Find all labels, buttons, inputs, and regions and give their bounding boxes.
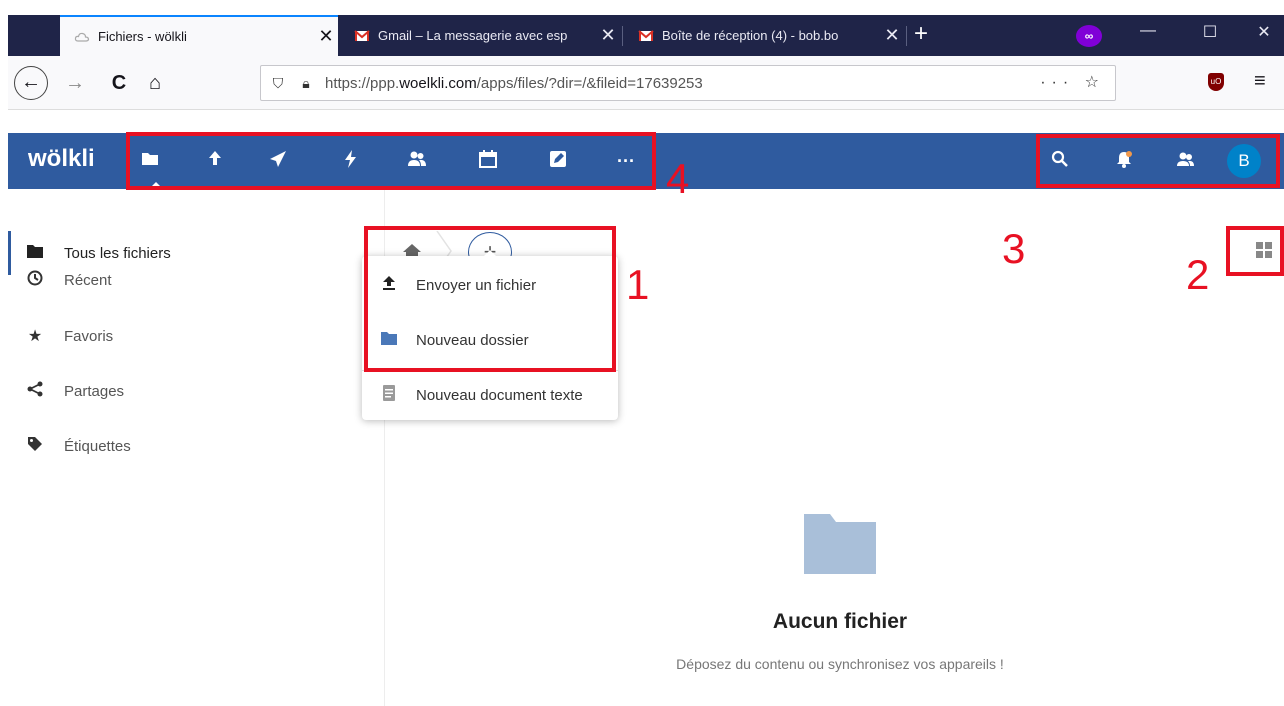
annotation-label-4: 4 bbox=[666, 155, 690, 202]
files-sidebar: Tous les fichiers Récent ★ Favoris Parta… bbox=[8, 189, 385, 706]
sidebar-item-favorites[interactable]: ★ Favoris bbox=[8, 314, 385, 358]
sidebar-item-label: Récent bbox=[64, 271, 112, 289]
tab-fichiers[interactable]: Fichiers - wölkli ✕ bbox=[60, 15, 338, 56]
tab-title: Boîte de réception (4) - bob.bo bbox=[662, 28, 839, 43]
reload-button[interactable]: C bbox=[104, 68, 134, 98]
menu-item-label: Nouveau document texte bbox=[416, 386, 583, 404]
gmail-icon bbox=[354, 29, 370, 41]
menu-item-new-text-document[interactable]: Nouveau document texte bbox=[362, 368, 618, 422]
window-close-button[interactable]: ✕ bbox=[1244, 22, 1284, 42]
tab-separator bbox=[622, 26, 623, 46]
page-actions-and-bookmark-icon[interactable]: ··· ☆ bbox=[1040, 72, 1105, 92]
back-button[interactable]: ← bbox=[14, 66, 48, 100]
tab-separator bbox=[906, 26, 907, 46]
annotation-box-3 bbox=[1036, 134, 1280, 188]
forward-button[interactable]: → bbox=[60, 68, 90, 98]
shield-icon[interactable]: ⛉ bbox=[267, 75, 289, 92]
tab-title: Fichiers - wölkli bbox=[98, 29, 187, 44]
tag-icon bbox=[26, 436, 44, 457]
sidebar-item-tags[interactable]: Étiquettes bbox=[8, 424, 385, 468]
lock-icon[interactable]: 🔒︎ bbox=[295, 75, 317, 92]
tab-close-icon[interactable]: ✕ bbox=[314, 26, 338, 47]
ublock-origin-icon[interactable]: uO bbox=[1208, 73, 1224, 91]
tab-close-icon[interactable]: ✕ bbox=[596, 25, 620, 46]
sidebar-item-shares[interactable]: Partages bbox=[8, 369, 385, 413]
home-button[interactable]: ⌂ bbox=[140, 68, 170, 98]
screenshot-root: Fichiers - wölkli ✕ Gmail – La messageri… bbox=[0, 0, 1284, 706]
annotation-label-2: 2 bbox=[1186, 251, 1210, 298]
sidebar-item-label: Partages bbox=[64, 382, 125, 400]
cloud-icon bbox=[74, 32, 90, 42]
gmail-icon bbox=[638, 29, 654, 41]
url-prefix: https://ppp. bbox=[325, 74, 400, 92]
annotation-label-1: 1 bbox=[626, 261, 650, 308]
sidebar-item-recent[interactable]: Récent bbox=[8, 258, 385, 302]
annotation-label-3: 3 bbox=[1002, 225, 1026, 272]
tab-close-icon[interactable]: ✕ bbox=[880, 25, 904, 46]
annotation-box-4 bbox=[126, 132, 656, 190]
url-bar[interactable]: ⛉ 🔒︎ https://ppp.woelkli.com/apps/files/… bbox=[260, 65, 1116, 101]
text-document-icon bbox=[380, 385, 398, 405]
empty-state-subtitle: Déposez du contenu ou synchronisez vos a… bbox=[676, 656, 1004, 672]
browser-menu-button[interactable]: ≡ bbox=[1254, 70, 1266, 93]
private-browsing-icon: ∞ bbox=[1076, 25, 1102, 47]
tab-title: Gmail – La messagerie avec esp bbox=[378, 28, 568, 43]
url-path: /apps/files/?dir=/&fileid=17639253 bbox=[476, 74, 703, 92]
annotation-box-1 bbox=[364, 226, 616, 372]
app-logo[interactable]: wölkli bbox=[28, 145, 95, 173]
tab-inbox[interactable]: Boîte de réception (4) - bob.bo ✕ bbox=[624, 15, 904, 56]
maximize-button[interactable]: ☐ bbox=[1190, 22, 1230, 42]
clock-icon bbox=[26, 270, 44, 291]
url-domain: woelkli.com bbox=[399, 74, 477, 92]
star-icon: ★ bbox=[27, 328, 43, 345]
tab-gmail[interactable]: Gmail – La messagerie avec esp ✕ bbox=[340, 15, 620, 56]
minimize-button[interactable]: — bbox=[1128, 22, 1168, 40]
sidebar-item-label: Étiquettes bbox=[64, 437, 131, 455]
empty-state-title: Aucun fichier bbox=[772, 610, 908, 633]
url-text[interactable]: https://ppp.woelkli.com/apps/files/?dir=… bbox=[325, 75, 703, 92]
navigation-toolbar: ← → C ⌂ ⛉ 🔒︎ https://ppp.woelkli.com/app… bbox=[8, 56, 1284, 110]
empty-folder-icon bbox=[804, 514, 876, 574]
sidebar-item-label: Favoris bbox=[64, 327, 114, 345]
share-icon bbox=[26, 381, 44, 402]
annotation-box-2 bbox=[1226, 226, 1284, 276]
new-tab-button[interactable]: + bbox=[914, 22, 928, 46]
